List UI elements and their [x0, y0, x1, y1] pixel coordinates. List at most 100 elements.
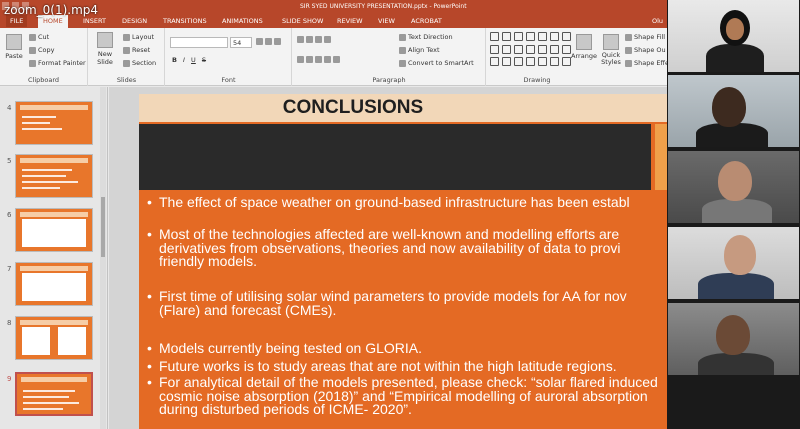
thumbnail-number: 7 — [7, 265, 12, 273]
bullet-item: The effect of space weather on ground-ba… — [147, 195, 630, 210]
layout-button[interactable]: Layout — [123, 33, 154, 41]
bold-icon[interactable]: B — [172, 56, 177, 64]
copy-button[interactable]: Copy — [29, 46, 55, 54]
thumbnail-number: 4 — [7, 104, 12, 112]
slide-title[interactable]: CONCLUSIONS — [139, 94, 667, 122]
grow-font-icon[interactable] — [256, 38, 281, 45]
screen: SIR SYED UNIVERSITY PRESENTATION.pptx - … — [0, 0, 800, 429]
format-painter-button[interactable]: Format Painter — [29, 59, 86, 67]
slide-accent-strip — [655, 124, 667, 190]
slides-label: Slides — [116, 76, 137, 84]
user-name[interactable]: Olu — [652, 17, 663, 25]
cut-button[interactable]: Cut — [29, 33, 49, 41]
slide-thumbnail-selected[interactable] — [15, 372, 93, 416]
align-text-button[interactable]: Align Text — [399, 46, 440, 54]
participant-tile[interactable] — [668, 0, 799, 72]
scissors-icon — [29, 33, 36, 41]
reset-icon — [123, 46, 130, 54]
clipboard-label: Clipboard — [27, 76, 60, 84]
ribbon: Paste Cut Copy Format Painter Clipboard … — [0, 28, 667, 86]
italic-icon[interactable]: I — [183, 56, 185, 64]
slide[interactable]: CONCLUSIONS The effect of space weather … — [139, 94, 667, 429]
shape-fill-button[interactable]: Shape Fill — [625, 33, 665, 41]
thumbnail-number: 8 — [7, 319, 12, 327]
bullet-item: Future works is to study areas that are … — [147, 359, 617, 374]
bullet-item: For analytical detail of the models pres… — [147, 375, 658, 417]
smartart-button[interactable]: Convert to SmartArt — [399, 59, 474, 67]
tab-animations[interactable]: ANIMATIONS — [222, 17, 263, 25]
clipboard-group: Paste Cut Copy Format Painter Clipboard — [0, 28, 88, 86]
fill-icon — [625, 33, 632, 41]
font-name-input[interactable] — [170, 37, 228, 48]
slide-dark-banner — [139, 124, 651, 190]
thumbnail-number: 9 — [7, 375, 12, 383]
brush-icon — [29, 59, 36, 67]
paragraph-label: Paragraph — [372, 76, 406, 84]
font-size-input[interactable]: 54 — [230, 37, 252, 48]
tab-design[interactable]: DESIGN — [122, 17, 147, 25]
slide-thumbnail[interactable] — [15, 101, 93, 145]
slide-thumbnail[interactable] — [15, 316, 93, 360]
title-bar: SIR SYED UNIVERSITY PRESENTATION.pptx - … — [0, 0, 667, 14]
tab-slide-show[interactable]: SLIDE SHOW — [282, 17, 323, 25]
quick-styles-button[interactable]: Quick Styles — [599, 34, 623, 66]
shapes-gallery[interactable] — [490, 32, 571, 68]
drawing-label: Drawing — [523, 76, 551, 84]
new-slide-icon — [97, 32, 113, 48]
tab-insert[interactable]: INSERT — [83, 17, 106, 25]
video-filename: zoom_0(1).mp4 — [4, 3, 99, 17]
paste-button[interactable]: Paste — [3, 34, 25, 60]
participant-tile[interactable] — [668, 227, 799, 299]
slide-thumbnail[interactable] — [15, 208, 93, 252]
reset-button[interactable]: Reset — [123, 46, 150, 54]
text-direction-icon — [399, 33, 406, 41]
text-direction-button[interactable]: Text Direction — [399, 33, 453, 41]
align-text-icon — [399, 46, 406, 54]
font-group: 54 B I U S Font — [166, 28, 292, 86]
paste-icon — [6, 34, 22, 50]
slide-canvas: CONCLUSIONS The effect of space weather … — [109, 87, 667, 429]
scrollbar-thumb[interactable] — [101, 197, 105, 257]
arrange-button[interactable]: Arrange — [570, 34, 598, 60]
underline-icon[interactable]: U — [191, 56, 196, 64]
slide-thumbnail[interactable] — [15, 262, 93, 306]
align-buttons[interactable] — [297, 56, 340, 63]
smartart-icon — [399, 59, 406, 67]
thumbnail-number: 5 — [7, 157, 12, 165]
shape-outline-button[interactable]: Shape Ou — [625, 46, 666, 54]
layout-icon — [123, 33, 130, 41]
slides-group: New Slide Layout Reset Section Slides — [89, 28, 165, 86]
bullet-item: First time of utilising solar wind param… — [147, 289, 627, 317]
strike-icon[interactable]: S — [202, 56, 206, 64]
arrange-icon — [576, 34, 592, 50]
participant-tile[interactable] — [668, 75, 799, 147]
quick-styles-icon — [603, 34, 619, 50]
window-title: SIR SYED UNIVERSITY PRESENTATION.pptx - … — [300, 3, 467, 10]
bullet-item: Models currently being tested on GLORIA. — [147, 341, 422, 356]
tab-transitions[interactable]: TRANSITIONS — [163, 17, 207, 25]
tab-review[interactable]: REVIEW — [337, 17, 363, 25]
section-icon — [123, 59, 130, 67]
thumbnail-scrollbar[interactable] — [100, 87, 106, 429]
font-format-buttons[interactable]: B I U S — [172, 56, 206, 64]
tab-acrobat[interactable]: ACROBAT — [411, 17, 442, 25]
list-buttons[interactable] — [297, 36, 331, 43]
slide-thumbnail-pane[interactable]: 4 5 6 7 8 9 — [0, 87, 108, 429]
bullet-item: Most of the technologies affected are we… — [147, 227, 620, 269]
new-slide-button[interactable]: New Slide — [93, 32, 117, 66]
tab-view[interactable]: VIEW — [378, 17, 395, 25]
paragraph-group: Text Direction Align Text Convert to Sma… — [293, 28, 486, 86]
section-button[interactable]: Section — [123, 59, 156, 67]
copy-icon — [29, 46, 36, 54]
slide-thumbnail[interactable] — [15, 154, 93, 198]
font-label: Font — [221, 76, 236, 84]
participant-tile[interactable] — [668, 303, 799, 375]
participant-tile[interactable] — [668, 151, 799, 223]
powerpoint-window: SIR SYED UNIVERSITY PRESENTATION.pptx - … — [0, 0, 667, 429]
effects-icon — [625, 59, 632, 67]
outline-icon — [625, 46, 632, 54]
participant-video-strip — [667, 0, 800, 429]
thumbnail-number: 6 — [7, 211, 12, 219]
shape-effects-button[interactable]: Shape Effe — [625, 59, 667, 67]
ribbon-tabs: FILE HOME INSERT DESIGN TRANSITIONS ANIM… — [0, 14, 667, 28]
